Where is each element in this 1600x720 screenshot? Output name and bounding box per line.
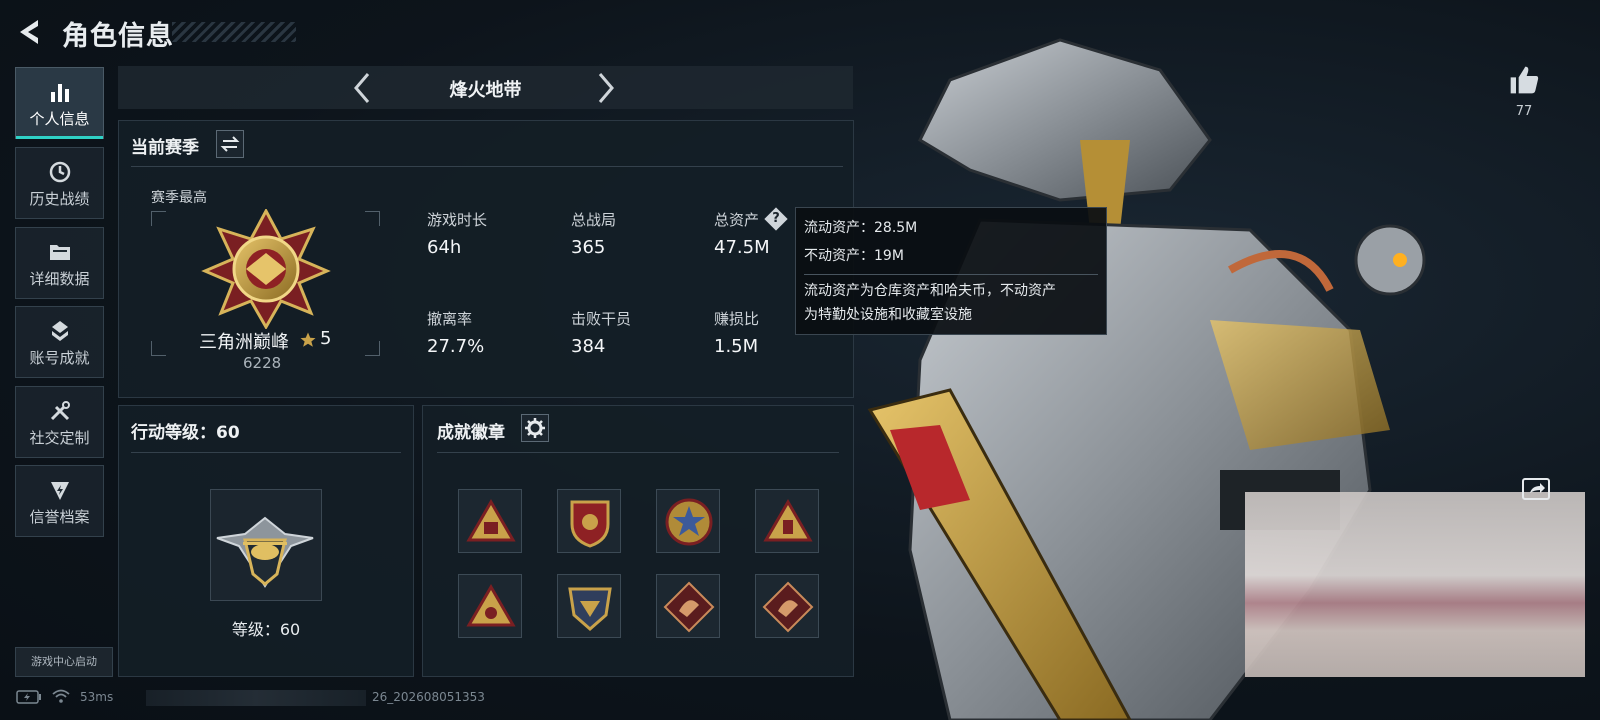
badge-dragon-1[interactable]	[656, 574, 720, 638]
frame-corner	[151, 341, 166, 356]
stat-value-extract-rate: 27.7%	[427, 336, 485, 357]
season-switch-button[interactable]	[216, 130, 244, 158]
help-icon-mark: ?	[772, 211, 780, 226]
share-icon[interactable]	[1522, 478, 1550, 500]
level-text: 等级：60	[231, 620, 301, 639]
frame-corner	[151, 211, 166, 226]
blurred-id	[146, 690, 366, 706]
action-level-title: 行动等级：60	[131, 423, 240, 443]
star-icon	[300, 332, 316, 347]
achievements-divider	[437, 452, 839, 453]
mode-tabbar: 烽火地带	[118, 66, 853, 109]
assets-tooltip: 流动资产：28.5M 不动资产：19M 流动资产为仓库资产和哈夫币，不动资产 为…	[795, 207, 1107, 335]
folder-icon	[49, 245, 70, 260]
stat-value-total-matches: 365	[571, 237, 606, 258]
launch-label: 游戏中心启动	[31, 655, 97, 668]
credit-shield-icon	[50, 482, 69, 500]
achievements-panel: 成就徽章	[422, 405, 854, 677]
helicopter-emblem-icon	[216, 516, 314, 588]
stat-value-profit-ratio: 1.5M	[714, 336, 759, 357]
page-title: 角色信息	[62, 21, 174, 52]
crest-badge-icon	[568, 587, 612, 631]
badge-triangle-1[interactable]	[458, 489, 522, 553]
sidebar-item-social[interactable]: 社交定制	[15, 386, 104, 458]
sidebar-item-label: 详细数据	[29, 270, 90, 288]
dragon-badge-icon	[762, 581, 814, 633]
stat-label-kills: 击败干员	[571, 310, 632, 328]
achievement-icon	[51, 321, 68, 341]
rank-emblem-icon	[201, 209, 331, 329]
dragon-badge-icon	[663, 581, 715, 633]
battery-icon	[16, 690, 41, 704]
wifi-icon	[52, 689, 70, 703]
tooltip-fixed-assets: 不动资产：19M	[804, 248, 904, 264]
badge-dragon-2[interactable]	[755, 574, 819, 638]
gear-icon	[525, 418, 545, 438]
season-panel: 当前赛季 赛季最高 三角洲巅峰 5 6228 游戏时长 64h 总战局 365 …	[118, 120, 854, 398]
bar-chart-icon	[50, 84, 69, 102]
mode-title: 烽火地带	[449, 80, 522, 101]
game-center-launch-button[interactable]: 游戏中心启动	[15, 647, 113, 677]
shield-badge-icon	[570, 500, 610, 548]
sidebar-item-personal-info[interactable]: 个人信息	[15, 67, 104, 139]
stat-value-total-assets: 47.5M	[714, 237, 770, 258]
stat-value-play-time: 64h	[427, 237, 462, 258]
title-decoration	[172, 22, 296, 42]
sidebar-item-label: 个人信息	[29, 110, 90, 128]
sidebar-item-detail-data[interactable]: 详细数据	[15, 227, 104, 299]
badge-triangle-2[interactable]	[755, 489, 819, 553]
badge-star[interactable]	[656, 489, 720, 553]
badge-shield[interactable]	[557, 489, 621, 553]
stat-label-extract-rate: 撤离率	[427, 310, 473, 328]
achievements-title: 成就徽章	[437, 423, 505, 443]
tooltip-divider	[804, 274, 1098, 275]
tooltip-desc-line1: 流动资产为仓库资产和哈夫币，不动资产	[804, 283, 1056, 299]
season-best-label: 赛季最高	[151, 190, 207, 206]
triangle-badge-icon	[763, 499, 813, 542]
sidebar-item-label: 社交定制	[29, 429, 90, 447]
star-badge-icon	[665, 498, 713, 546]
stat-label-profit-ratio: 赚损比	[714, 310, 760, 328]
action-level-divider	[131, 452, 401, 453]
stat-label-total-assets: 总资产	[714, 211, 760, 229]
rank-name: 三角洲巅峰	[199, 332, 289, 353]
sidebar-item-credit[interactable]: 信誉档案	[15, 465, 104, 537]
stat-value-kills: 384	[571, 336, 606, 357]
action-level-panel: 行动等级：60 等级：60	[118, 405, 414, 677]
sidebar-item-label: 历史战绩	[29, 190, 90, 208]
chevron-right-icon[interactable]	[590, 72, 620, 104]
like-count: 77	[1515, 104, 1533, 119]
build-id-text: 26_202608051353	[372, 690, 485, 704]
sidebar-item-label: 信誉档案	[29, 508, 90, 526]
stat-label-play-time: 游戏时长	[427, 211, 488, 229]
badge-triangle-3[interactable]	[458, 574, 522, 638]
tooltip-liquid-assets: 流动资产：28.5M	[804, 220, 918, 236]
badge-crest[interactable]	[557, 574, 621, 638]
sidebar-item-history[interactable]: 历史战绩	[15, 147, 104, 219]
tooltip-desc-line2: 为特勤处设施和收藏室设施	[804, 307, 972, 323]
stat-label-total-matches: 总战局	[571, 211, 617, 229]
back-arrow-icon[interactable]	[16, 18, 42, 46]
rank-score: 6228	[243, 354, 282, 372]
thumbs-up-icon[interactable]	[1508, 64, 1540, 96]
season-title: 当前赛季	[131, 138, 199, 158]
rank-stars: 5	[320, 328, 332, 349]
ping-text: 53ms	[80, 690, 114, 704]
history-clock-icon	[49, 161, 70, 183]
achievements-settings-button[interactable]	[521, 414, 549, 442]
sidebar-item-label: 账号成就	[29, 349, 90, 367]
triangle-badge-icon	[466, 584, 516, 627]
sidebar-item-achievements[interactable]: 账号成就	[15, 306, 104, 378]
swap-icon	[220, 136, 240, 152]
frame-corner	[365, 211, 380, 226]
frame-corner	[365, 341, 380, 356]
tools-icon	[50, 401, 70, 421]
triangle-badge-icon	[466, 499, 516, 542]
blurred-overlay	[1245, 492, 1585, 677]
season-divider	[131, 166, 843, 167]
